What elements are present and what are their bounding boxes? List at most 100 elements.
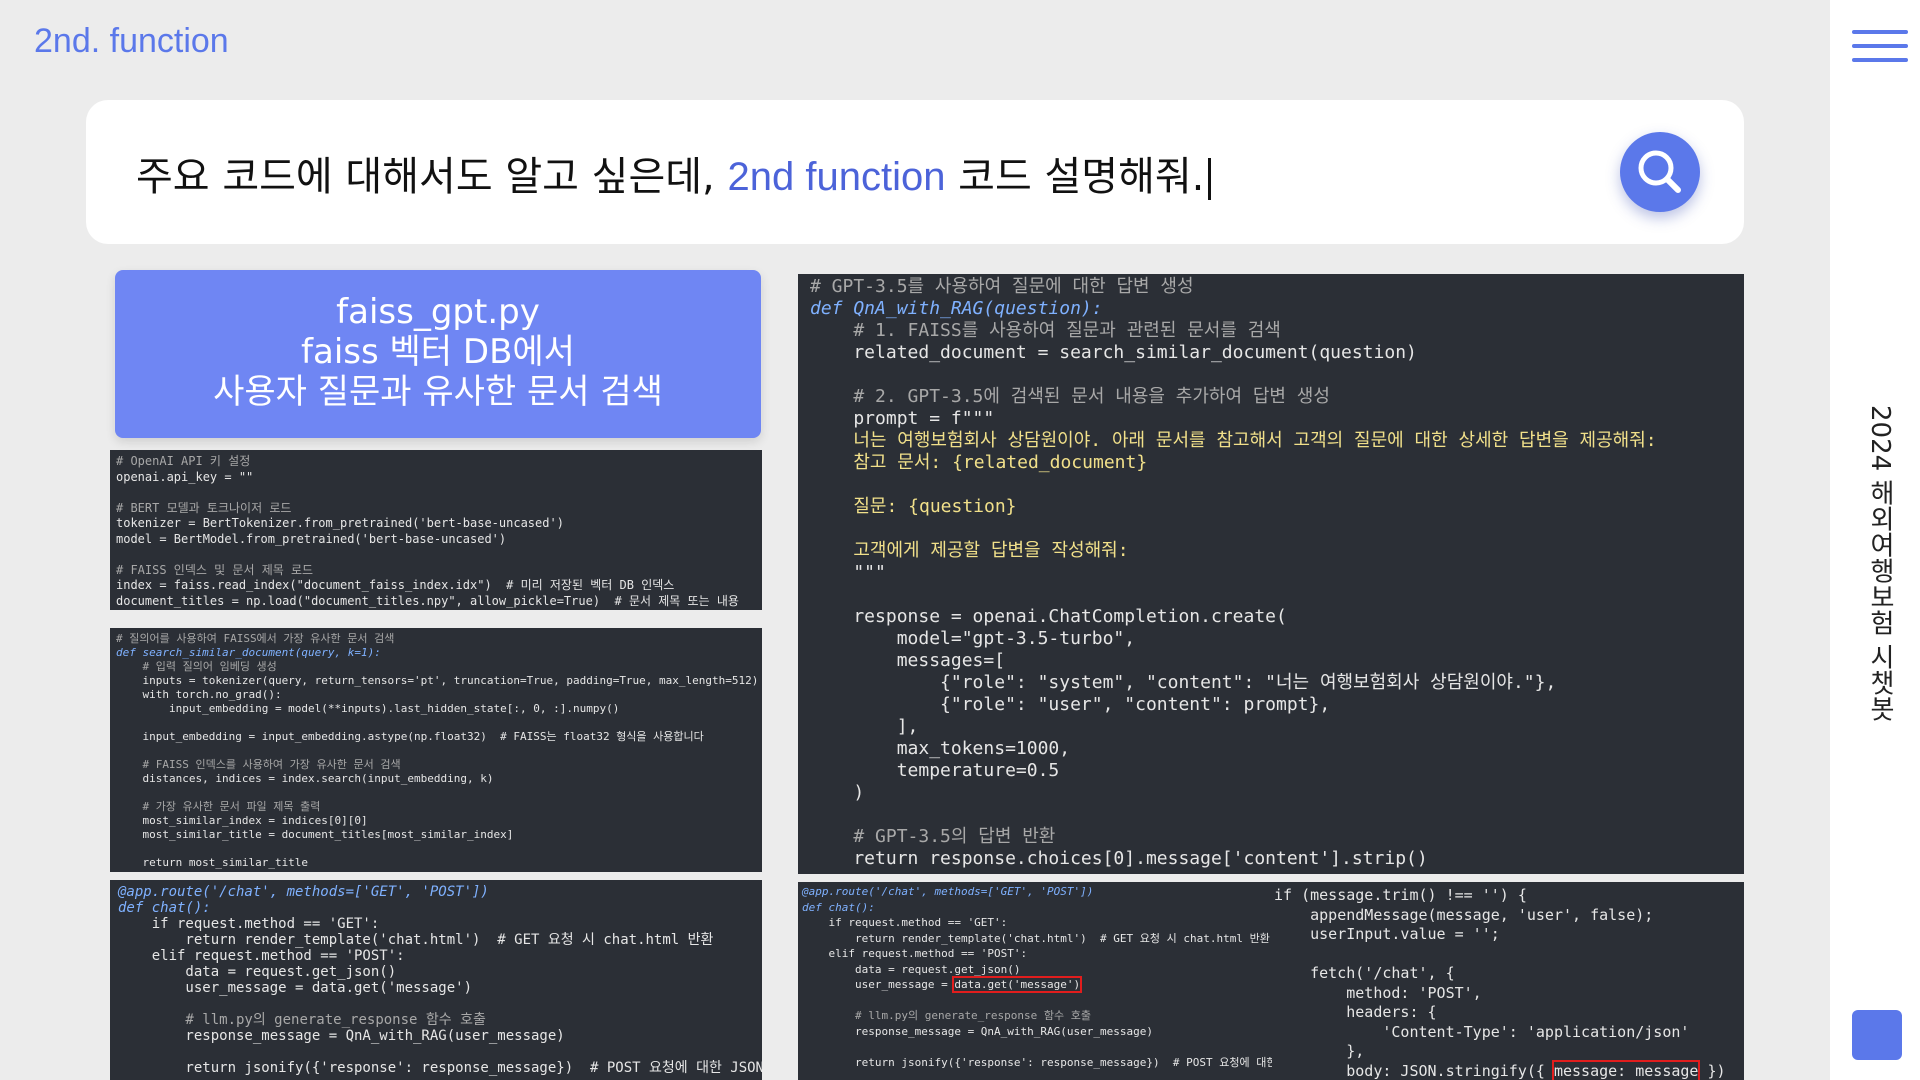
code-line: # llm.py의 generate_response 함수 호출 — [802, 1009, 1092, 1022]
code-line: data = request.get_json() — [118, 964, 397, 980]
action-square-button[interactable] — [1852, 1010, 1902, 1060]
code-panel-chat-route-highlighted: @app.route('/chat', methods=['GET', 'POS… — [798, 882, 1272, 1080]
code-line: if (message.trim() !== '') { — [1274, 886, 1527, 904]
code-line: # 2. GPT-3.5에 검색된 문서 내용을 추가하여 답변 생성 — [810, 386, 1330, 407]
code-line: return jsonify({'response': response_mes… — [118, 1060, 762, 1076]
callout-desc-2: 사용자 질문과 유사한 문서 검색 — [213, 372, 663, 412]
code-line: return most_similar_title — [116, 856, 309, 869]
code-line: {"role": "system", "content": "너는 여행보험회사… — [810, 672, 1557, 693]
menu-bar — [1852, 30, 1908, 34]
code-line: openai.api_key = "" — [116, 469, 254, 484]
code-line: response = openai.ChatCompletion.create( — [810, 606, 1287, 627]
menu-bar — [1852, 44, 1908, 48]
code-line: model = BertModel.from_pretrained('bert-… — [116, 531, 507, 546]
code-line: most_similar_index = indices[0][0] — [116, 814, 368, 827]
search-icon — [1638, 150, 1681, 193]
code-line: distances, indices = index.search(input_… — [116, 772, 494, 785]
code-line: def search_similar_document(query, k=1): — [116, 646, 381, 659]
hamburger-menu-icon[interactable] — [1852, 30, 1908, 66]
query-prefix: 주요 코드에 대해서도 알고 싶은데, — [136, 154, 728, 200]
code-line: input_embedding = input_embedding.astype… — [116, 730, 704, 743]
code-line: # BERT 모델과 토크나이저 로드 — [116, 500, 292, 515]
code-line: }, — [1274, 1042, 1365, 1060]
code-line: fetch('/chat', { — [1274, 964, 1455, 982]
code-line: user_message = data.get('message') — [802, 976, 1083, 993]
code-line: # llm.py의 generate_response 함수 호출 — [118, 1012, 486, 1028]
highlight-message-get: data.get('message') — [952, 976, 1083, 993]
code-line: elif request.method == 'POST': — [118, 948, 405, 964]
code-line: inputs = tokenizer(query, return_tensors… — [116, 674, 759, 687]
code-line: document_titles = np.load("document_titl… — [116, 593, 739, 608]
search-query[interactable]: 주요 코드에 대해서도 알고 싶은데, 2nd function 코드 설명해줘… — [136, 144, 1212, 202]
code-panel-js-fetch: if (message.trim() !== '') { appendMessa… — [1272, 882, 1744, 1080]
menu-bar — [1852, 58, 1908, 62]
query-highlight: 2nd function — [727, 155, 946, 199]
code-line: 고객에게 제공할 답변을 작성해줘: — [810, 540, 1129, 561]
code-line: # GPT-3.5를 사용하여 질문에 대한 답변 생성 — [810, 276, 1194, 297]
code-line: method: 'POST', — [1274, 983, 1482, 1002]
code-line: data = request.get_json() — [802, 962, 1021, 976]
code-line: # GPT-3.5의 답변 반환 — [810, 826, 1056, 847]
code-panel-chat-route: @app.route('/chat', methods=['GET', 'POS… — [110, 880, 762, 1080]
code-line: return response.choices[0].message['cont… — [810, 848, 1428, 869]
code-line: 질문: {question} — [810, 496, 1017, 517]
code-line: related_document = search_similar_docume… — [810, 342, 1417, 363]
code-line: headers: { — [1274, 1003, 1437, 1021]
code-line: messages=[ — [810, 650, 1006, 671]
code-line: userInput.value = ''; — [1274, 925, 1500, 943]
code-line: {"role": "user", "content": prompt}, — [810, 694, 1331, 715]
code-line: ], — [810, 716, 919, 737]
code-line: def chat(): — [118, 900, 211, 916]
code-line: 너는 여행보험회사 상담원이야. 아래 문서를 참고해서 고객의 질문에 대한 … — [810, 430, 1657, 451]
sidebar-vertical-title: 2024 해외여행보험 시챗봇 — [1865, 405, 1895, 722]
code-line: response_message = QnA_with_RAG(user_mes… — [118, 1028, 565, 1044]
code-line: user_message = data.get('message') — [118, 980, 473, 996]
callout-filename: faiss_gpt.py — [336, 292, 540, 332]
code-tail: }) — [1698, 1061, 1726, 1080]
code-line: with torch.no_grad(): — [116, 688, 282, 701]
code-line: index = faiss.read_index("document_faiss… — [116, 578, 675, 592]
code-line: if request.method == 'GET': — [802, 916, 1008, 929]
text-caret — [1208, 158, 1212, 200]
code-line: @app.route('/chat', methods=['GET', 'POS… — [802, 885, 1094, 898]
query-suffix: 코드 설명해줘. — [945, 154, 1205, 200]
code-line: response_message = QnA_with_RAG(user_mes… — [802, 1024, 1153, 1038]
code-line: model="gpt-3.5-turbo", — [810, 628, 1136, 649]
code-line: # 1. FAISS를 사용하여 질문과 관련된 문서를 검색 — [810, 320, 1281, 341]
search-bar[interactable]: 주요 코드에 대해서도 알고 싶은데, 2nd function 코드 설명해줘… — [86, 100, 1744, 244]
search-button[interactable] — [1620, 132, 1700, 212]
file-callout: faiss_gpt.py faiss 벡터 DB에서 사용자 질문과 유사한 문… — [115, 270, 761, 438]
code-line: # 질의어를 사용하여 FAISS에서 가장 유사한 문서 검색 — [116, 632, 395, 645]
code-line: # FAISS 인덱스 및 문서 제목 로드 — [116, 562, 314, 577]
code-line: most_similar_title = document_titles[mos… — [116, 828, 514, 841]
code-line: if request.method == 'GET': — [118, 916, 380, 932]
code-line: return render_template('chat.html') # GE… — [118, 932, 714, 948]
code-line: def QnA_with_RAG(question): — [810, 298, 1103, 319]
code-line: # 가장 유사한 문서 파일 제목 출력 — [116, 800, 321, 813]
code-line: elif request.method == 'POST': — [802, 947, 1028, 960]
code-line: body: JSON.stringify({ message: message … — [1274, 1059, 1726, 1080]
callout-desc-1: faiss 벡터 DB에서 — [301, 332, 575, 372]
code-line: # 입력 질의어 임베딩 생성 — [116, 660, 277, 673]
code-line: prompt = f""" — [810, 408, 995, 429]
brand-title: 2nd. function — [34, 22, 229, 60]
code-line: input_embedding = model(**inputs).last_h… — [116, 702, 620, 715]
code-line: return jsonify({'response': response_mes… — [854, 1055, 1272, 1069]
code-panel-search-function: # 질의어를 사용하여 FAISS에서 가장 유사한 문서 검색 def sear… — [110, 628, 762, 872]
code-panel-setup: # OpenAI API 키 설정 openai.api_key = "" # B… — [110, 450, 762, 610]
highlight-message-body: message: message — [1551, 1059, 1701, 1080]
